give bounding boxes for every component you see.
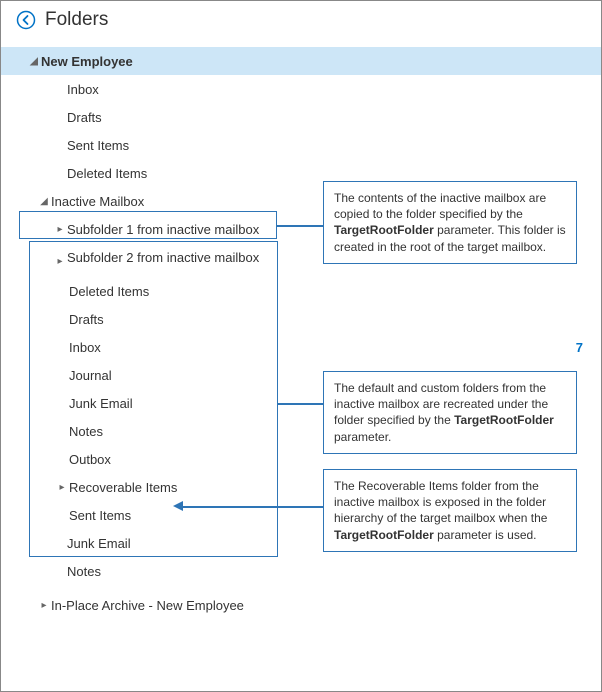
annotation-bold: TargetRootFolder [334,528,434,542]
annotation-text: parameter is used. [434,528,537,542]
page-title: Folders [45,9,108,31]
chevron-down-icon: ◢ [27,56,41,67]
tree-item[interactable]: Notes [1,557,601,585]
chevron-down-icon: ◢ [37,196,51,207]
tree-item[interactable]: Sent Items [1,131,601,159]
header: Folders [1,1,601,35]
connector-line [278,403,323,405]
annotation-text: The Recoverable Items folder from the in… [334,479,547,525]
tree-label: In-Place Archive - New Employee [51,598,244,613]
annotation-3: The Recoverable Items folder from the in… [323,469,577,552]
tree-label: Deleted Items [67,166,147,181]
tree-label: Sent Items [67,138,129,153]
tree-item-archive[interactable]: ▸ In-Place Archive - New Employee [1,591,601,619]
annotation-text: parameter. [334,430,391,444]
tree-item-root[interactable]: ◢ New Employee [1,47,601,75]
connector-line [277,225,323,227]
connector-line [183,506,323,508]
chevron-right-icon: ▸ [53,224,67,235]
back-icon[interactable] [15,9,37,31]
tree-label: Drafts [69,312,104,327]
tree-item[interactable]: Drafts [1,305,601,333]
tree-label: Recoverable Items [69,480,177,495]
tree-label: Subfolder 1 from inactive mailbox [67,222,259,237]
tree-label: Inbox [69,340,101,355]
tree-label: Sent Items [69,508,131,523]
tree-label: Drafts [67,110,102,125]
chevron-right-icon: ▸ [37,600,51,611]
tree-item[interactable]: Inbox 7 [1,333,601,361]
tree-label: Junk Email [67,536,131,551]
tree-label: Junk Email [69,396,133,411]
tree-label: Notes [69,424,103,439]
tree-label: Inactive Mailbox [51,194,144,209]
annotation-text: The contents of the inactive mailbox are… [334,191,546,221]
chevron-right-icon: ▸ [53,256,67,267]
tree-label: Inbox [67,82,99,97]
tree-label: Notes [67,564,101,579]
annotation-1: The contents of the inactive mailbox are… [323,181,577,264]
tree-item[interactable]: Inbox [1,75,601,103]
arrow-left-icon [173,501,183,511]
unread-count: 7 [576,340,591,355]
tree-item[interactable]: Deleted Items [1,277,601,305]
chevron-right-icon: ▸ [55,482,69,493]
tree-label: Journal [69,368,112,383]
tree-item[interactable]: Drafts [1,103,601,131]
tree-label: Subfolder 2 from inactive mailbox [67,250,259,265]
tree-label: Deleted Items [69,284,149,299]
annotation-2: The default and custom folders from the … [323,371,577,454]
tree-label: New Employee [41,54,133,69]
annotation-bold: TargetRootFolder [334,223,434,237]
annotation-bold: TargetRootFolder [454,413,554,427]
tree-label: Outbox [69,452,111,467]
